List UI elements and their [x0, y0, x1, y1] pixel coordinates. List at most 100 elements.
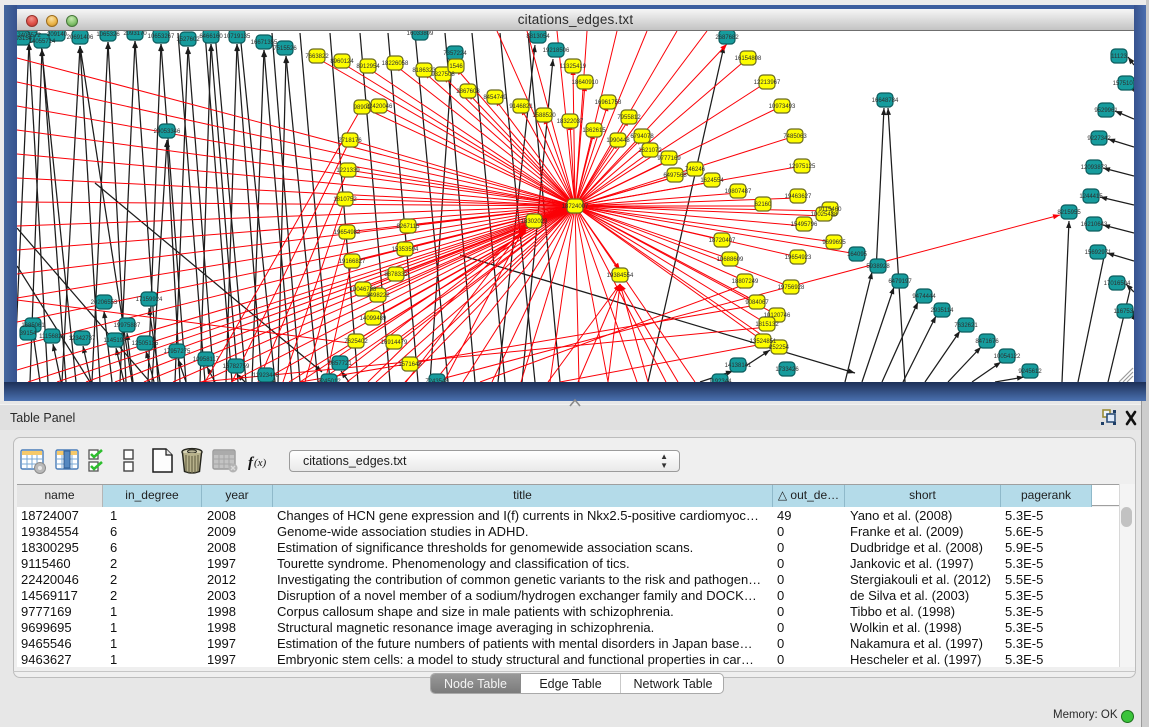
svg-text:1990448: 1990448 [606, 138, 630, 144]
svg-text:1571648: 1571648 [398, 362, 422, 368]
svg-text:1192344: 1192344 [709, 379, 733, 382]
svg-text:9327508: 9327508 [431, 72, 455, 78]
svg-text:16961758: 16961758 [595, 100, 622, 106]
svg-text:1685061: 1685061 [21, 323, 45, 329]
svg-text:9084067: 9084067 [745, 300, 769, 306]
svg-text:20691406: 20691406 [67, 35, 94, 41]
svg-text:10653267: 10653267 [148, 34, 175, 40]
svg-text:9529961: 9529961 [1094, 108, 1118, 114]
svg-text:10688609: 10688609 [717, 257, 744, 263]
svg-text:7625402: 7625402 [344, 339, 368, 345]
svg-text:10025438: 10025438 [811, 212, 838, 218]
svg-text:15692971: 15692971 [1085, 250, 1112, 256]
svg-text:252254: 252254 [769, 345, 790, 351]
svg-text:18807249: 18807249 [732, 279, 759, 285]
svg-text:9857721: 9857721 [328, 361, 352, 367]
svg-text:1621072: 1621072 [638, 148, 662, 154]
svg-text:9699695: 9699695 [822, 240, 846, 246]
svg-text:1167534: 1167534 [1114, 309, 1134, 315]
svg-text:8471676: 8471676 [975, 339, 999, 345]
svg-text:5938928: 5938928 [866, 264, 890, 270]
svg-text:17159924: 17159924 [136, 297, 163, 303]
svg-text:9146821: 9146821 [509, 104, 533, 110]
svg-text:19218506: 19218506 [543, 48, 570, 54]
svg-text:7632621: 7632621 [954, 323, 978, 329]
svg-text:1810752: 1810752 [333, 197, 357, 203]
svg-text:17957275: 17957275 [164, 349, 191, 355]
svg-text:2935114: 2935114 [931, 308, 955, 314]
svg-text:19654923: 19654923 [785, 255, 812, 261]
svg-text:7955812: 7955812 [617, 115, 641, 121]
svg-text:6794078: 6794078 [630, 134, 654, 140]
svg-text:17016504: 17016504 [1104, 281, 1131, 287]
svg-text:10120746: 10120746 [764, 313, 791, 319]
svg-text:(x): (x) [254, 457, 267, 469]
svg-text:39154: 39154 [20, 331, 37, 337]
svg-text:18720407: 18720407 [709, 238, 736, 244]
svg-text:10973493: 10973493 [769, 104, 796, 110]
svg-text:12975125: 12975125 [789, 164, 816, 170]
svg-text:8454749: 8454749 [483, 95, 507, 101]
svg-text:12505135: 12505135 [132, 341, 159, 347]
svg-text:15353594: 15353594 [392, 247, 419, 253]
svg-text:11123: 11123 [1111, 54, 1127, 60]
svg-text:16914479: 16914479 [381, 340, 408, 346]
svg-text:1065326: 1065326 [96, 32, 120, 38]
svg-text:16782759: 16782759 [223, 364, 250, 370]
svg-text:14055714: 14055714 [29, 39, 56, 45]
svg-text:16033809: 16033809 [407, 31, 434, 37]
svg-text:8267115: 8267115 [397, 224, 421, 230]
svg-text:16154808: 16154808 [735, 56, 762, 62]
svg-text:19654982: 19654982 [334, 230, 361, 236]
svg-text:1588520: 1588520 [532, 113, 556, 119]
svg-text:14099489: 14099489 [360, 316, 387, 322]
svg-text:1145194: 1145194 [104, 338, 128, 344]
svg-text:16648784: 16648784 [872, 98, 899, 104]
svg-text:1362615: 1362615 [582, 128, 606, 134]
svg-text:7515526: 7515526 [273, 46, 297, 52]
svg-text:9245012: 9245012 [317, 379, 341, 382]
svg-text:1221339: 1221339 [336, 168, 360, 174]
svg-text:62160: 62160 [755, 202, 772, 208]
svg-text:1815132: 1815132 [755, 322, 779, 328]
svg-text:18302023: 18302023 [521, 219, 548, 225]
svg-text:3498222: 3498222 [366, 293, 390, 299]
svg-text:1527602: 1527602 [176, 37, 200, 43]
svg-text:10054122: 10054122 [994, 354, 1021, 360]
svg-text:193154: 193154 [17, 36, 33, 42]
svg-text:14138141: 14138141 [725, 363, 752, 369]
svg-text:7357224: 7357224 [443, 51, 467, 57]
svg-text:18226058: 18226058 [382, 61, 409, 67]
svg-text:9777169: 9777169 [657, 156, 681, 162]
svg-text:1733426: 1733426 [775, 367, 799, 373]
svg-text:15751074: 15751074 [1113, 81, 1134, 87]
svg-text:11325419: 11325419 [560, 64, 587, 70]
svg-text:7663822: 7663822 [305, 54, 329, 60]
svg-text:1624554: 1624554 [700, 178, 724, 184]
svg-text:7485063: 7485063 [783, 134, 807, 140]
svg-text:8912954: 8912954 [356, 64, 380, 70]
svg-text:22420046: 22420046 [366, 104, 393, 110]
svg-text:12342737: 12342737 [69, 336, 96, 342]
svg-text:18640910: 18640910 [572, 80, 599, 86]
svg-text:18724007: 18724007 [562, 204, 589, 210]
svg-text:10719135: 10719135 [224, 34, 251, 40]
svg-text:11923448: 11923448 [253, 373, 280, 379]
svg-text:19463627: 19463627 [785, 194, 812, 200]
svg-text:1244415: 1244415 [1079, 194, 1103, 200]
svg-text:8813054: 8813054 [526, 34, 550, 40]
svg-text:1546: 1546 [449, 64, 463, 70]
svg-text:9245612: 9245612 [1018, 369, 1042, 375]
svg-text:9474444: 9474444 [912, 294, 936, 300]
svg-text:6466160: 6466160 [199, 34, 223, 40]
svg-text:2687682: 2687682 [715, 35, 739, 41]
svg-text:20206553: 20206553 [91, 300, 118, 306]
svg-text:8878332: 8878332 [384, 272, 408, 278]
svg-text:19166827: 19166827 [339, 259, 366, 265]
svg-text:18322037: 18322037 [557, 119, 584, 125]
svg-text:7243548: 7243548 [425, 379, 449, 382]
svg-text:20053346: 20053346 [154, 129, 181, 135]
svg-text:8215955: 8215955 [1057, 210, 1081, 216]
svg-text:164095: 164095 [847, 252, 868, 258]
svg-text:19384554: 19384554 [607, 273, 634, 279]
